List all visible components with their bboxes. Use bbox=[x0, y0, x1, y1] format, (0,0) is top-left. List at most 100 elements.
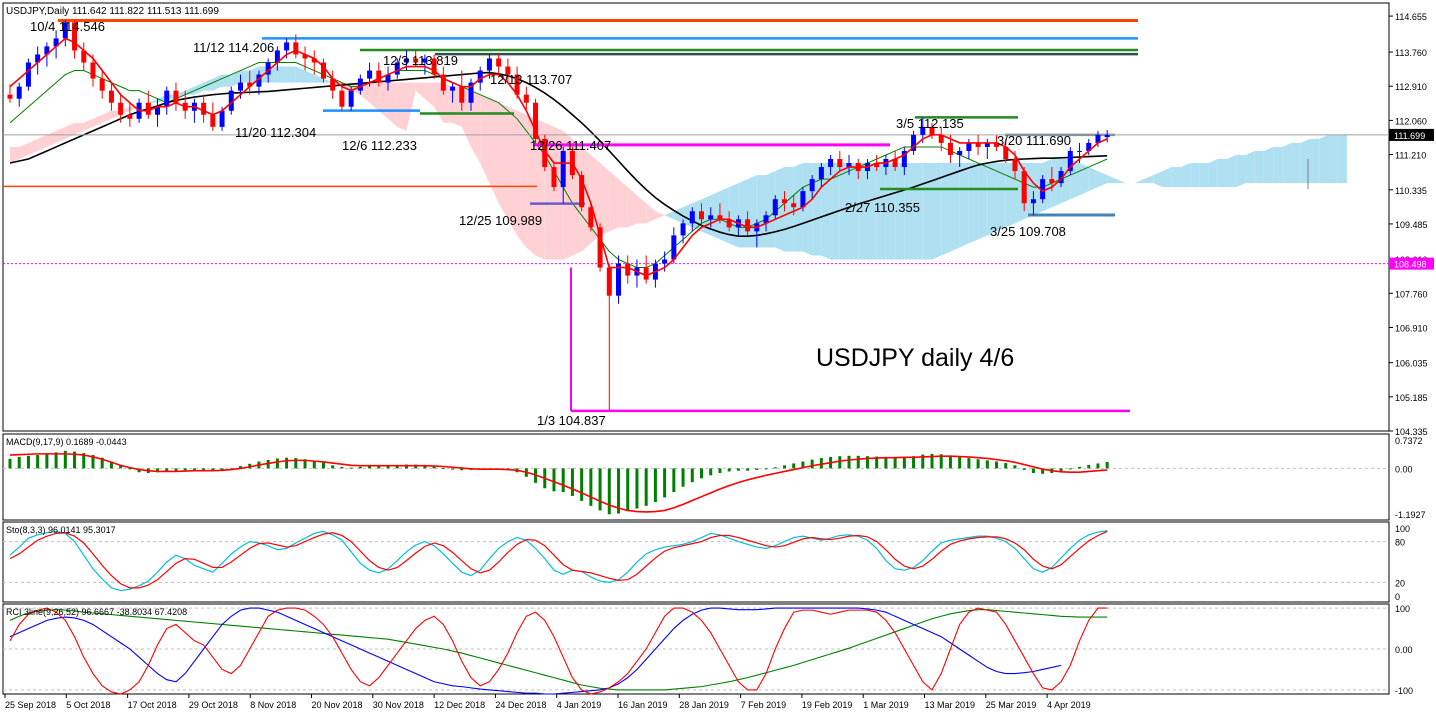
candle-body bbox=[662, 259, 668, 264]
candle-body bbox=[90, 62, 96, 79]
candle-body bbox=[339, 90, 345, 107]
macd-bar bbox=[700, 468, 703, 479]
cloud-segment bbox=[1291, 142, 1301, 184]
macd-bar bbox=[1096, 463, 1100, 469]
cloud-segment bbox=[729, 183, 739, 248]
macd-bar bbox=[644, 468, 648, 506]
candle-body bbox=[357, 78, 363, 91]
cloud-segment bbox=[950, 163, 960, 252]
candle-body bbox=[118, 102, 124, 115]
macd-bar bbox=[275, 458, 279, 469]
candle-body bbox=[145, 102, 151, 115]
candle-body bbox=[7, 94, 13, 99]
candle-body bbox=[367, 70, 373, 79]
annotation-label: 3/25 109.708 bbox=[990, 224, 1066, 239]
cloud-segment bbox=[397, 82, 407, 131]
candle-body bbox=[99, 78, 105, 91]
candle-body bbox=[699, 211, 704, 220]
candle-body bbox=[127, 114, 133, 119]
macd-bar bbox=[321, 462, 325, 469]
y-tick-label: 110.335 bbox=[1395, 186, 1427, 196]
macd-bar bbox=[663, 468, 667, 498]
candle bbox=[25, 58, 31, 91]
candle-body bbox=[828, 159, 834, 168]
candle-body bbox=[450, 86, 456, 91]
sto-header: Sto(8,3,3) 96.0141 95.3017 bbox=[6, 525, 116, 535]
macd-bar bbox=[580, 468, 584, 501]
x-tick-label: 7 Feb 2019 bbox=[741, 700, 787, 710]
candle-body bbox=[164, 90, 170, 107]
y-tick-label: 114.655 bbox=[1395, 12, 1427, 22]
candle-body bbox=[708, 215, 714, 220]
macd-bar bbox=[838, 456, 842, 469]
cloud-segment bbox=[1088, 167, 1098, 192]
candle-body bbox=[781, 199, 787, 204]
cloud-segment bbox=[1273, 146, 1283, 184]
macd-bar bbox=[451, 468, 455, 470]
cloud-segment bbox=[1254, 150, 1264, 184]
macd-bar bbox=[570, 468, 574, 496]
y-tick-label: 105.185 bbox=[1395, 393, 1428, 403]
cloud-segment bbox=[738, 179, 748, 248]
macd-bar bbox=[358, 466, 362, 469]
cloud-segment bbox=[1190, 163, 1200, 188]
x-tick-label: 5 Oct 2018 bbox=[66, 700, 110, 710]
macd-bar bbox=[589, 468, 593, 506]
macd-bar bbox=[174, 468, 178, 471]
candle-body bbox=[1104, 134, 1110, 138]
candle-body bbox=[551, 167, 557, 188]
macd-bar bbox=[755, 468, 759, 470]
macd-bar bbox=[967, 458, 971, 469]
x-tick-label: 4 Apr 2019 bbox=[1047, 700, 1091, 710]
candle-body bbox=[238, 82, 243, 91]
candle-body bbox=[560, 150, 566, 188]
rci-tick-label: 0.00 bbox=[1395, 645, 1413, 655]
cloud-segment bbox=[1236, 154, 1246, 188]
rci-tick-label: 100 bbox=[1395, 604, 1410, 614]
cloud-segment bbox=[1319, 134, 1329, 184]
macd-bar bbox=[607, 468, 611, 515]
candle-body bbox=[966, 142, 972, 151]
annotation-label: 3/5 112.135 bbox=[896, 116, 964, 131]
macd-bar bbox=[1087, 464, 1091, 469]
x-tick-label: 1 Mar 2019 bbox=[863, 700, 909, 710]
cloud-segment bbox=[1199, 163, 1209, 188]
sto-tick-label: 0 bbox=[1395, 592, 1400, 602]
macd-bar bbox=[709, 468, 713, 476]
candle-body bbox=[606, 267, 612, 296]
y-tick-label: 106.910 bbox=[1395, 323, 1428, 333]
macd-bar bbox=[561, 468, 565, 493]
candle-body bbox=[745, 219, 751, 232]
annotation-label: 12/26 111.407 bbox=[530, 138, 611, 153]
macd-bar bbox=[36, 455, 40, 469]
macd-bar bbox=[672, 468, 676, 493]
chart-window: 10/4 114.546 11/12 114.206 12/3 113.819 12/… bbox=[0, 0, 1436, 716]
usdjpy-chart[interactable]: 10/4 114.546 11/12 114.206 12/3 113.819 12/… bbox=[0, 0, 1436, 716]
chart-watermark: USDJPY daily 4/6 bbox=[816, 344, 1014, 372]
macd-bar bbox=[690, 468, 694, 483]
cloud-segment bbox=[959, 163, 969, 248]
macd-bar bbox=[1068, 468, 1072, 470]
candle bbox=[551, 163, 557, 192]
candle-body bbox=[1030, 199, 1036, 204]
cloud-segment bbox=[600, 163, 610, 236]
macd-bar bbox=[948, 455, 952, 469]
annotation-label: 1/3 104.837 bbox=[537, 413, 606, 428]
candle-body bbox=[689, 211, 695, 224]
cloud-segment bbox=[609, 171, 619, 232]
candle-body bbox=[837, 159, 843, 168]
annotation-label: 11/20 112.304 bbox=[235, 125, 316, 140]
y-tick-label: 111.210 bbox=[1395, 151, 1426, 161]
annotation-label: 10/4 114.546 bbox=[30, 19, 105, 34]
annotation-label: 12/6 112.233 bbox=[342, 138, 417, 153]
macd-bar bbox=[718, 468, 722, 473]
macd-tick-label: -1.1927 bbox=[1395, 510, 1426, 520]
cloud-segment bbox=[978, 163, 988, 240]
cloud-segment bbox=[802, 163, 813, 256]
candle-body bbox=[809, 179, 815, 192]
candle-body bbox=[818, 167, 824, 180]
cloud-segment bbox=[1300, 138, 1311, 184]
y-tick-label: 109.485 bbox=[1395, 220, 1428, 230]
x-tick-label: 29 Oct 2018 bbox=[189, 700, 238, 710]
macd-bar bbox=[1013, 465, 1017, 469]
